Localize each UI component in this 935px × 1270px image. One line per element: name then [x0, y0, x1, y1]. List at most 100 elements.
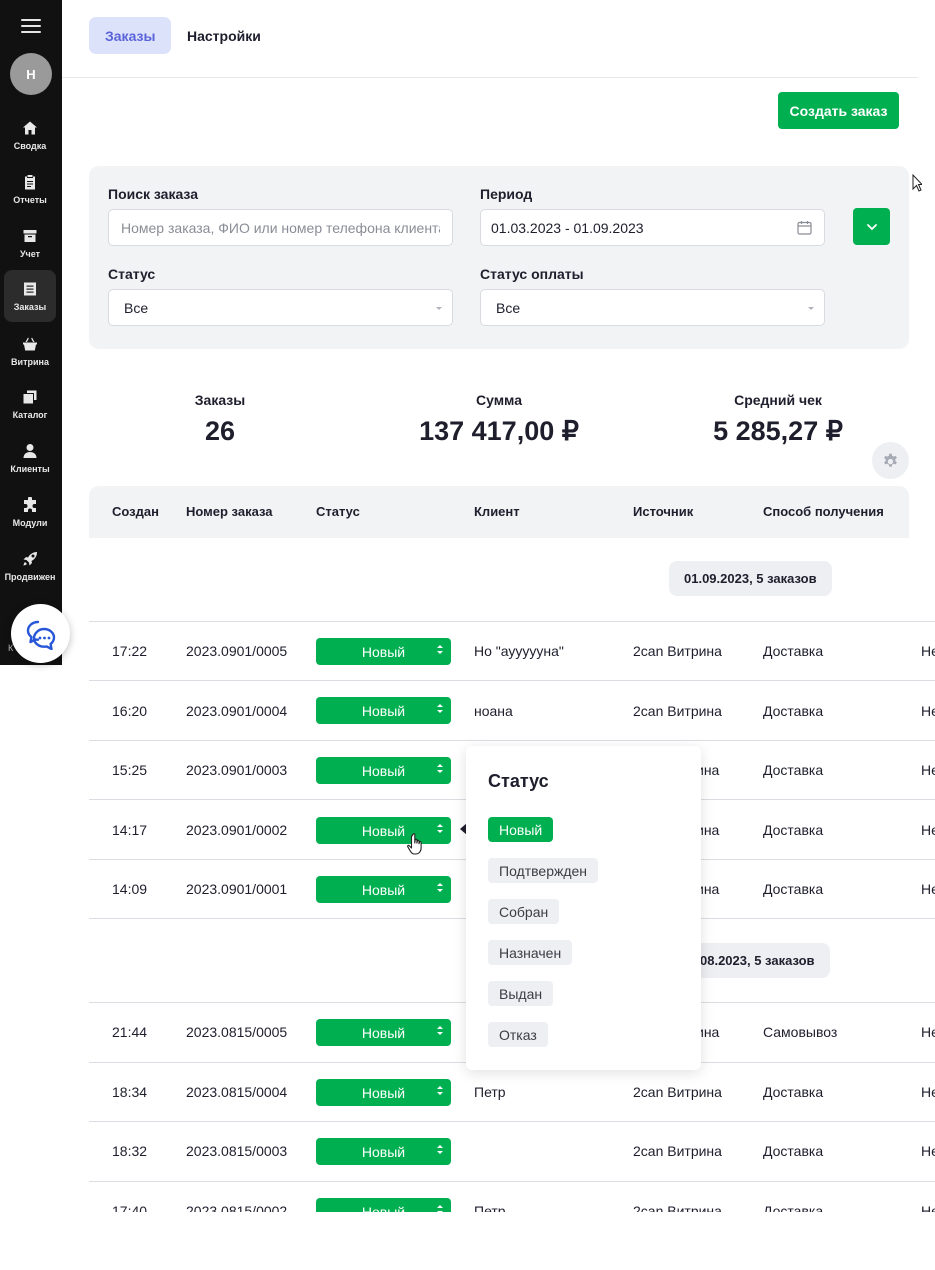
row-status-button[interactable]: Новый — [316, 757, 451, 784]
row-status-button[interactable]: Новый — [316, 1138, 451, 1165]
sidebar-item-summary[interactable]: Сводка — [4, 109, 56, 161]
row-extra: Не — [921, 1024, 935, 1040]
column-source[interactable]: Источник — [633, 504, 693, 519]
row-status-button[interactable]: Новый — [316, 697, 451, 724]
payment-status-value: Все — [496, 299, 521, 316]
row-status-label: Новый — [361, 1143, 406, 1160]
sidebar-item-clients[interactable]: Клиенты — [4, 432, 56, 484]
row-status-label: Новый — [361, 1084, 406, 1101]
row-delivery: Доставка — [763, 1143, 824, 1159]
calendar-icon[interactable] — [797, 220, 812, 235]
avg-check-label: Средний чек — [734, 392, 822, 408]
sort-arrows-icon — [437, 1144, 443, 1158]
status-option-assigned[interactable]: Назначен — [488, 940, 573, 965]
period-field[interactable]: 01.03.2023 - 01.09.2023 — [480, 209, 825, 246]
row-divider — [89, 621, 935, 622]
clipboard-icon — [25, 174, 35, 189]
row-extra: Не — [921, 881, 935, 897]
row-status-label: Новый — [361, 881, 406, 898]
sort-arrows-icon — [437, 1025, 443, 1039]
column-status[interactable]: Статус — [316, 504, 360, 519]
status-option-assembled[interactable]: Собран — [488, 899, 560, 924]
status-option-refused[interactable]: Отказ — [488, 1022, 548, 1047]
row-delivery: Доставка — [763, 703, 824, 719]
orders-icon — [24, 282, 36, 295]
sidebar-item-label: Заказы — [13, 301, 47, 312]
period-value: 01.03.2023 - 01.09.2023 — [491, 219, 644, 236]
column-client[interactable]: Клиент — [474, 504, 520, 519]
sidebar-item-reports[interactable]: Отчеты — [4, 163, 56, 215]
row-status-label: Новый — [361, 643, 406, 660]
tab-orders[interactable]: Заказы — [89, 17, 172, 54]
tab-settings[interactable]: Настройки — [171, 17, 277, 54]
viewport-cutoff — [62, 1212, 935, 1270]
row-status-button[interactable]: Новый — [316, 1019, 451, 1046]
row-client: ноана — [474, 703, 513, 719]
row-extra: Не — [921, 762, 935, 778]
row-source: 2can Витрина — [633, 1084, 722, 1100]
sidebar-item-catalog[interactable]: Каталог — [4, 378, 56, 430]
search-input[interactable] — [119, 218, 442, 237]
create-order-button[interactable]: Создать заказ — [778, 92, 899, 129]
row-order-number[interactable]: 2023.0815/0004 — [186, 1084, 287, 1100]
row-order-number[interactable]: 2023.0815/0005 — [186, 1024, 287, 1040]
popover-title: Статус — [488, 771, 549, 791]
status-option-issued[interactable]: Выдан — [488, 981, 554, 1006]
column-delivery[interactable]: Способ получения — [763, 504, 884, 519]
payment-status-select[interactable]: Все — [480, 289, 825, 326]
row-source: 2can Витрина — [633, 643, 722, 659]
row-status-button[interactable]: Новый — [316, 817, 451, 844]
row-order-number[interactable]: 2023.0901/0001 — [186, 881, 287, 897]
row-order-number[interactable]: 2023.0901/0003 — [186, 762, 287, 778]
row-extra: Не — [921, 1084, 935, 1100]
row-divider — [89, 1121, 935, 1122]
home-icon — [23, 121, 37, 134]
rocket-icon — [23, 551, 37, 565]
avatar-letter: Н — [26, 66, 36, 82]
row-order-number[interactable]: 2023.0901/0004 — [186, 703, 287, 719]
table-settings-button[interactable] — [872, 442, 909, 479]
search-field-wrapper — [108, 209, 453, 246]
sidebar-item-label: Отчеты — [13, 194, 47, 205]
menu-icon[interactable] — [21, 19, 41, 33]
orders-count-value: 26 — [204, 416, 236, 446]
row-extra: Не — [921, 1143, 935, 1159]
sort-arrows-icon — [437, 763, 443, 777]
avatar[interactable]: Н — [10, 53, 52, 95]
sum-value: 137 417,00 ₽ — [419, 416, 579, 446]
sidebar-item-orders[interactable]: Заказы — [4, 270, 56, 322]
period-label: Период — [480, 186, 533, 202]
sidebar-item-promotion[interactable]: Продвижен — [4, 540, 56, 592]
status-option-new[interactable]: Новый — [488, 817, 554, 842]
column-created[interactable]: Создан — [112, 504, 159, 519]
row-created: 21:44 — [112, 1024, 148, 1040]
sidebar: Н Сводка Отчеты Учет Заказы Витрина Ката… — [0, 0, 62, 665]
status-popover: Статус Новый Подтвержден Собран Назначен… — [466, 746, 701, 1070]
date-group-badge: 01.09.2023, 5 заказов — [669, 561, 832, 596]
chat-button[interactable] — [11, 604, 70, 663]
row-divider — [89, 680, 935, 681]
status-select[interactable]: Все — [108, 289, 453, 326]
row-created: 17:22 — [112, 643, 148, 659]
row-created: 18:34 — [112, 1084, 148, 1100]
row-order-number[interactable]: 2023.0901/0005 — [186, 643, 287, 659]
row-created: 15:25 — [112, 762, 148, 778]
sidebar-item-storefront[interactable]: Витрина — [4, 325, 56, 377]
row-order-number[interactable]: 2023.0815/0003 — [186, 1143, 287, 1159]
row-order-number[interactable]: 2023.0901/0002 — [186, 822, 287, 838]
expand-filters-button[interactable] — [853, 208, 890, 245]
cursor-icon — [912, 174, 922, 192]
row-divider — [89, 1181, 935, 1182]
sidebar-item-modules[interactable]: Модули — [4, 486, 56, 538]
column-order-number[interactable]: Номер заказа — [186, 504, 273, 519]
row-status-label: Новый — [361, 702, 406, 719]
basket-icon — [23, 337, 37, 350]
sidebar-item-accounting[interactable]: Учет — [4, 217, 56, 269]
row-status-button[interactable]: Новый — [316, 1079, 451, 1106]
status-option-confirmed[interactable]: Подтвержден — [488, 858, 599, 883]
row-status-button[interactable]: Новый — [316, 876, 451, 903]
row-status-button[interactable]: Новый — [316, 638, 451, 665]
sidebar-item-label: Учет — [19, 248, 41, 259]
row-created: 18:32 — [112, 1143, 148, 1159]
row-created: 14:17 — [112, 822, 148, 838]
